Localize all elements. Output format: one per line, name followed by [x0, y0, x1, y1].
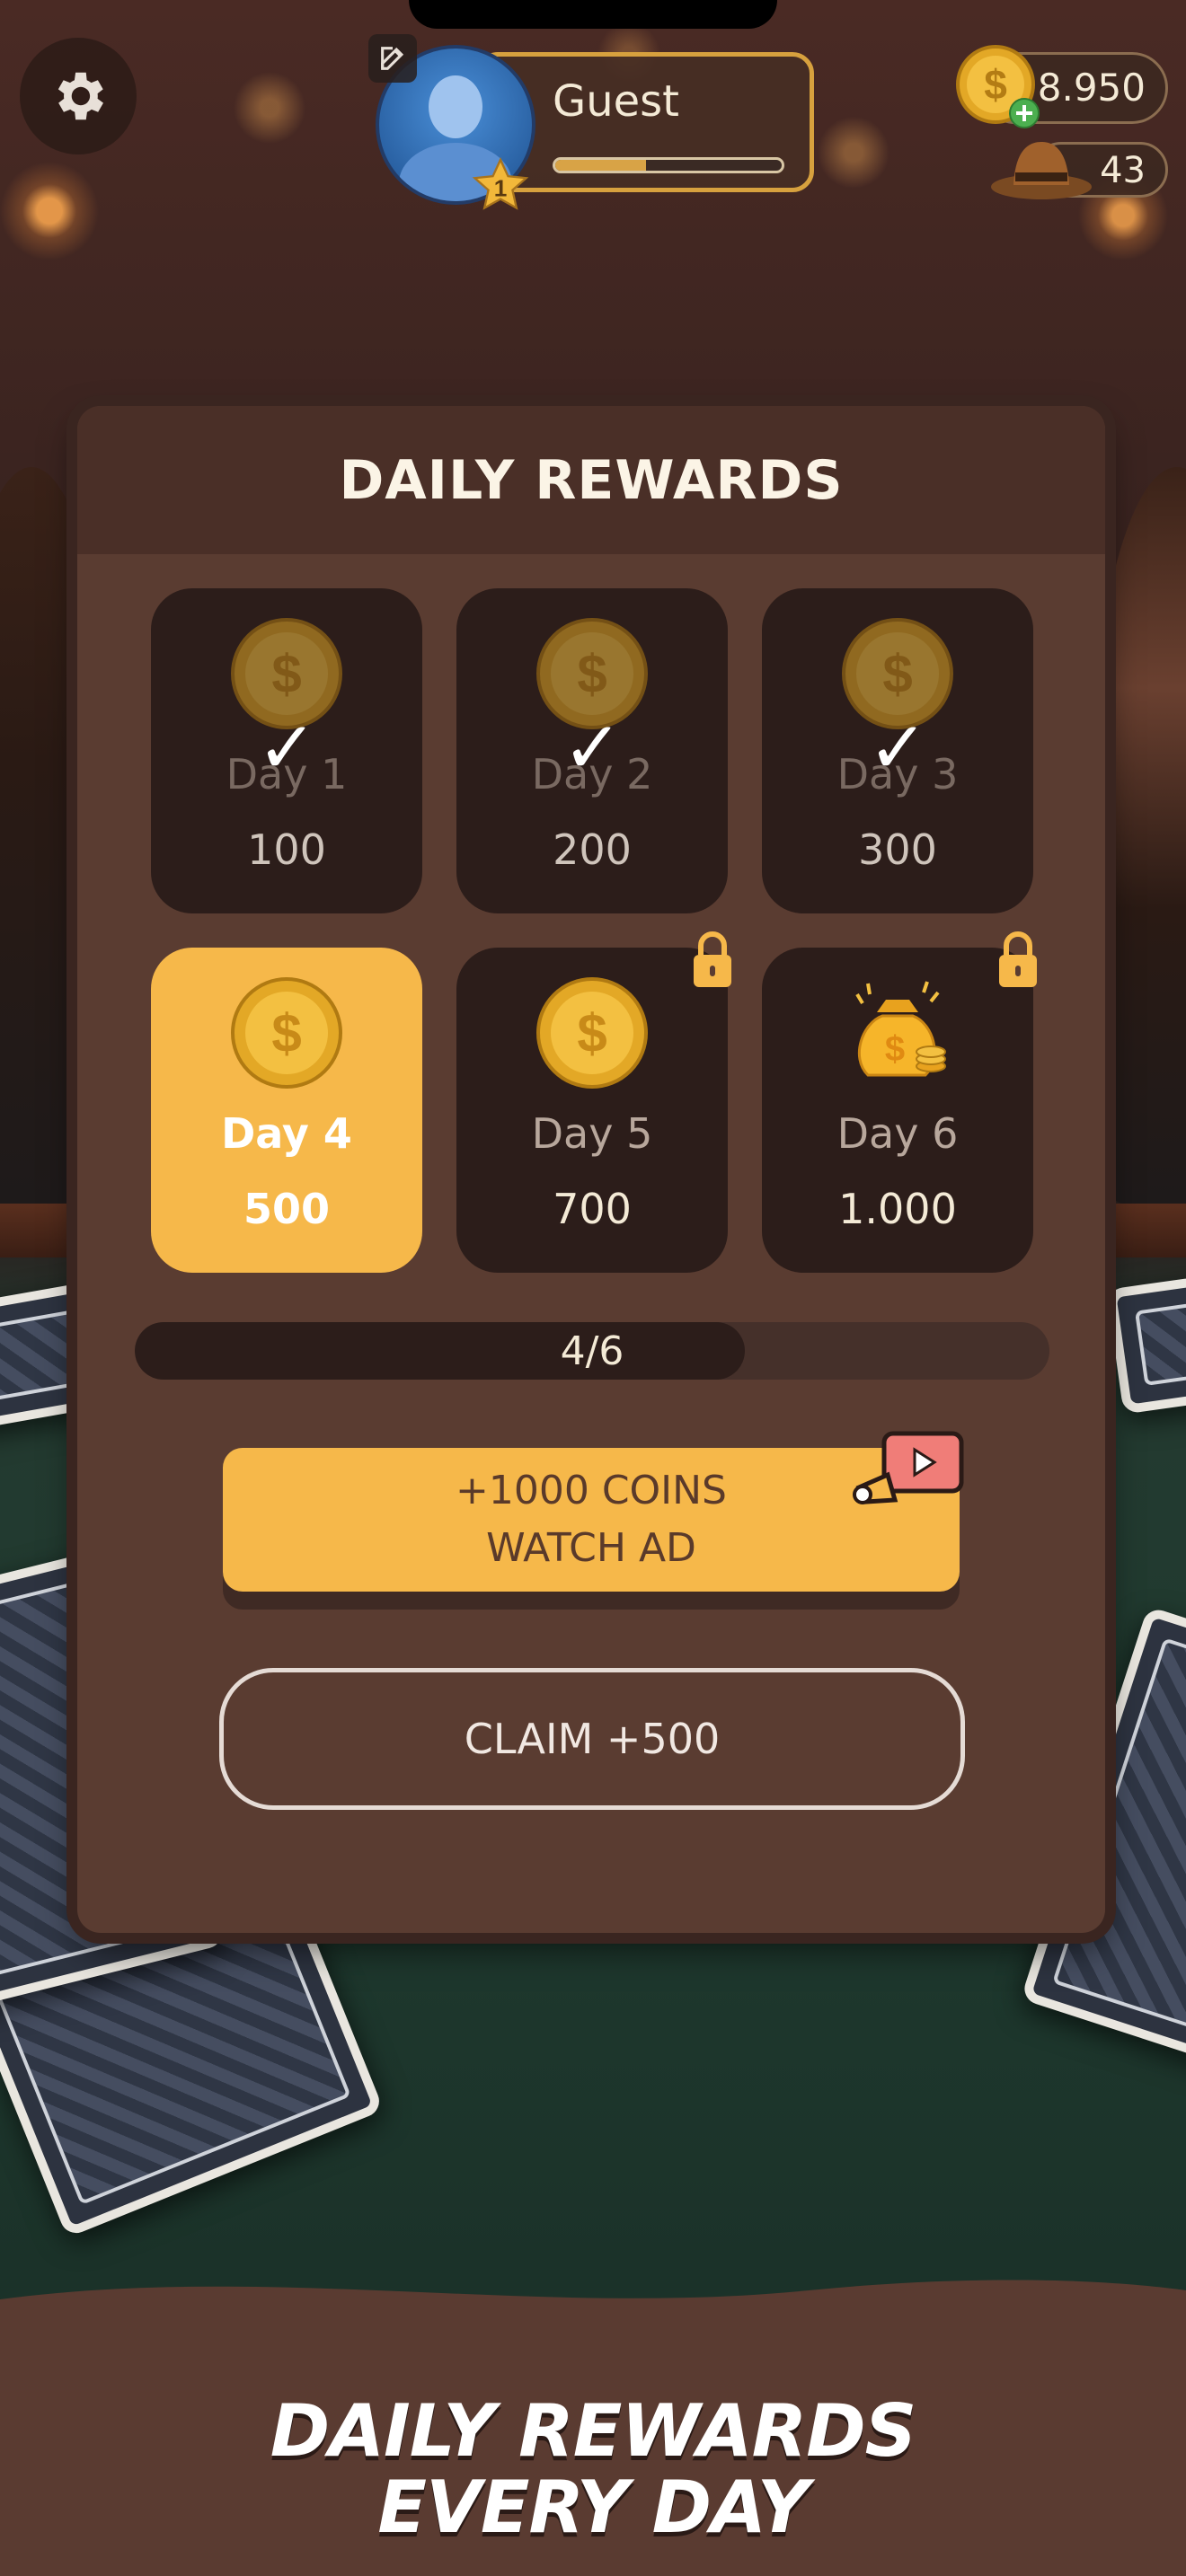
reward-day-label: Day 5 [531, 1109, 653, 1158]
watch-ad-label: WATCH AD [486, 1525, 696, 1571]
watch-ad-reward-label: +1000 COINS [455, 1468, 727, 1514]
reward-amount: 200 [553, 825, 632, 874]
reward-tile-day-2: $ Day 2 200 ✓ [456, 588, 728, 913]
reward-progress-label: 4/6 [560, 1328, 624, 1374]
reward-progress-bar: 4/6 [135, 1322, 1049, 1380]
reward-amount: 700 [553, 1185, 632, 1233]
device-notch [409, 0, 777, 29]
level-number: 1 [494, 175, 508, 202]
claim-label: CLAIM +500 [464, 1715, 721, 1763]
level-star-icon: 1 [472, 157, 529, 210]
coin-icon: $ [536, 977, 648, 1089]
daily-rewards-modal: DAILY REWARDS $ Day 1 100 ✓ $ Day 2 200 ✓ $ Day 3… [77, 406, 1105, 1933]
reward-tile-day-4[interactable]: $ Day 4 500 [151, 948, 422, 1273]
reward-tile-day-5: $ Day 5 700 [456, 931, 731, 1273]
svg-text:$: $ [885, 1029, 905, 1069]
gear-icon [58, 72, 104, 120]
avatar-head [429, 75, 482, 138]
svg-text:$: $ [984, 61, 1007, 108]
claimed-check-icon: ✓ [562, 706, 624, 790]
reward-amount: 500 [243, 1185, 331, 1233]
reward-amount: 100 [247, 825, 326, 874]
svg-text:$: $ [577, 644, 606, 704]
lock-icon [694, 931, 731, 987]
reward-tile-day-1: $ Day 1 100 ✓ [151, 588, 422, 913]
money-bag-icon: $ [855, 981, 946, 1077]
add-coins-icon[interactable]: $ [954, 43, 1040, 129]
xp-progress-bar [553, 157, 784, 173]
reward-day-label: Day 4 [221, 1109, 352, 1158]
watch-ad-button[interactable]: +1000 COINS WATCH AD [223, 1448, 960, 1592]
hat-icon [991, 142, 1092, 199]
footer-headline-2: EVERY DAY [377, 2466, 809, 2549]
reward-tile-day-3: $ Day 3 300 ✓ [762, 588, 1033, 913]
svg-text:$: $ [271, 644, 301, 704]
svg-text:$: $ [577, 1003, 606, 1063]
video-ad-icon [853, 1431, 964, 1504]
svg-text:$: $ [271, 1003, 301, 1063]
svg-text:$: $ [882, 644, 912, 704]
claimed-check-icon: ✓ [257, 706, 318, 790]
coin-balance-value: 8.950 [1037, 66, 1146, 110]
claim-button[interactable]: CLAIM +500 [219, 1668, 965, 1810]
settings-button[interactable] [20, 38, 137, 154]
promo-footer: DAILY REWARDS EVERY DAY [0, 2263, 1186, 2576]
xp-progress-fill [555, 160, 646, 171]
player-name: Guest [553, 76, 679, 127]
reward-amount: 1.000 [838, 1185, 957, 1233]
card-back [1106, 1262, 1186, 1415]
lock-icon [999, 931, 1037, 987]
reward-amount: 300 [858, 825, 937, 874]
coin-icon: $ [231, 977, 342, 1089]
pencil-icon [381, 47, 404, 70]
claimed-check-icon: ✓ [868, 706, 929, 790]
modal-title: DAILY REWARDS [339, 448, 844, 512]
edit-profile-button[interactable] [368, 34, 417, 83]
hat-balance-value: 43 [1100, 150, 1146, 191]
reward-tile-day-6: $ Day 6 1.000 [762, 931, 1037, 1273]
modal-header: DAILY REWARDS [77, 406, 1105, 554]
reward-day-label: Day 6 [836, 1109, 959, 1158]
footer-headline-1: DAILY REWARDS [270, 2389, 917, 2473]
